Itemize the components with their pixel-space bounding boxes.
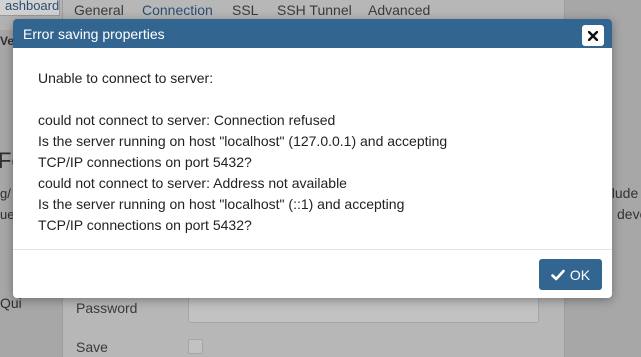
message-line: Is the server running on host "localhost… bbox=[38, 196, 405, 212]
message-line: could not connect to server: Connection … bbox=[38, 112, 336, 128]
tab-general[interactable]: General bbox=[74, 2, 124, 18]
save-checkbox[interactable] bbox=[188, 339, 203, 354]
close-icon bbox=[588, 30, 598, 41]
tab-connection[interactable]: Connection bbox=[142, 2, 213, 18]
right-fragment-2: deve bbox=[617, 206, 641, 222]
dialog-title: Error saving properties bbox=[23, 26, 165, 42]
close-button[interactable] bbox=[582, 25, 604, 46]
left-fragment-1: Ve bbox=[0, 34, 15, 48]
tab-advanced[interactable]: Advanced bbox=[368, 2, 430, 18]
dialog-header: Error saving properties bbox=[13, 19, 612, 48]
checkmark-icon bbox=[551, 269, 570, 281]
error-dialog: Error saving properties Unable to connec… bbox=[13, 19, 612, 298]
message-line: TCP/IP connections on port 5432? bbox=[38, 154, 252, 170]
password-label: Password bbox=[76, 300, 138, 316]
message-line: TCP/IP connections on port 5432? bbox=[38, 217, 252, 233]
app-window: Ve Fe g/ ue Qui ashboard nclude deve Gen… bbox=[0, 0, 641, 357]
dialog-footer-divider bbox=[13, 249, 612, 250]
ok-button[interactable]: OK bbox=[539, 259, 602, 290]
dashboard-tab[interactable]: ashboard bbox=[0, 0, 60, 16]
message-line: Unable to connect to server: bbox=[38, 70, 214, 86]
message-line: could not connect to server: Address not… bbox=[38, 175, 347, 191]
left-fragment-3: g/ bbox=[0, 186, 11, 201]
dialog-message: Unable to connect to server: could not c… bbox=[38, 68, 598, 236]
message-line bbox=[38, 89, 598, 110]
save-label: Save bbox=[76, 339, 108, 355]
tab-ssh-tunnel[interactable]: SSH Tunnel bbox=[277, 2, 352, 18]
message-line: Is the server running on host "localhost… bbox=[38, 133, 448, 149]
ok-button-label: OK bbox=[569, 266, 591, 283]
tab-ssl[interactable]: SSL bbox=[232, 2, 258, 18]
